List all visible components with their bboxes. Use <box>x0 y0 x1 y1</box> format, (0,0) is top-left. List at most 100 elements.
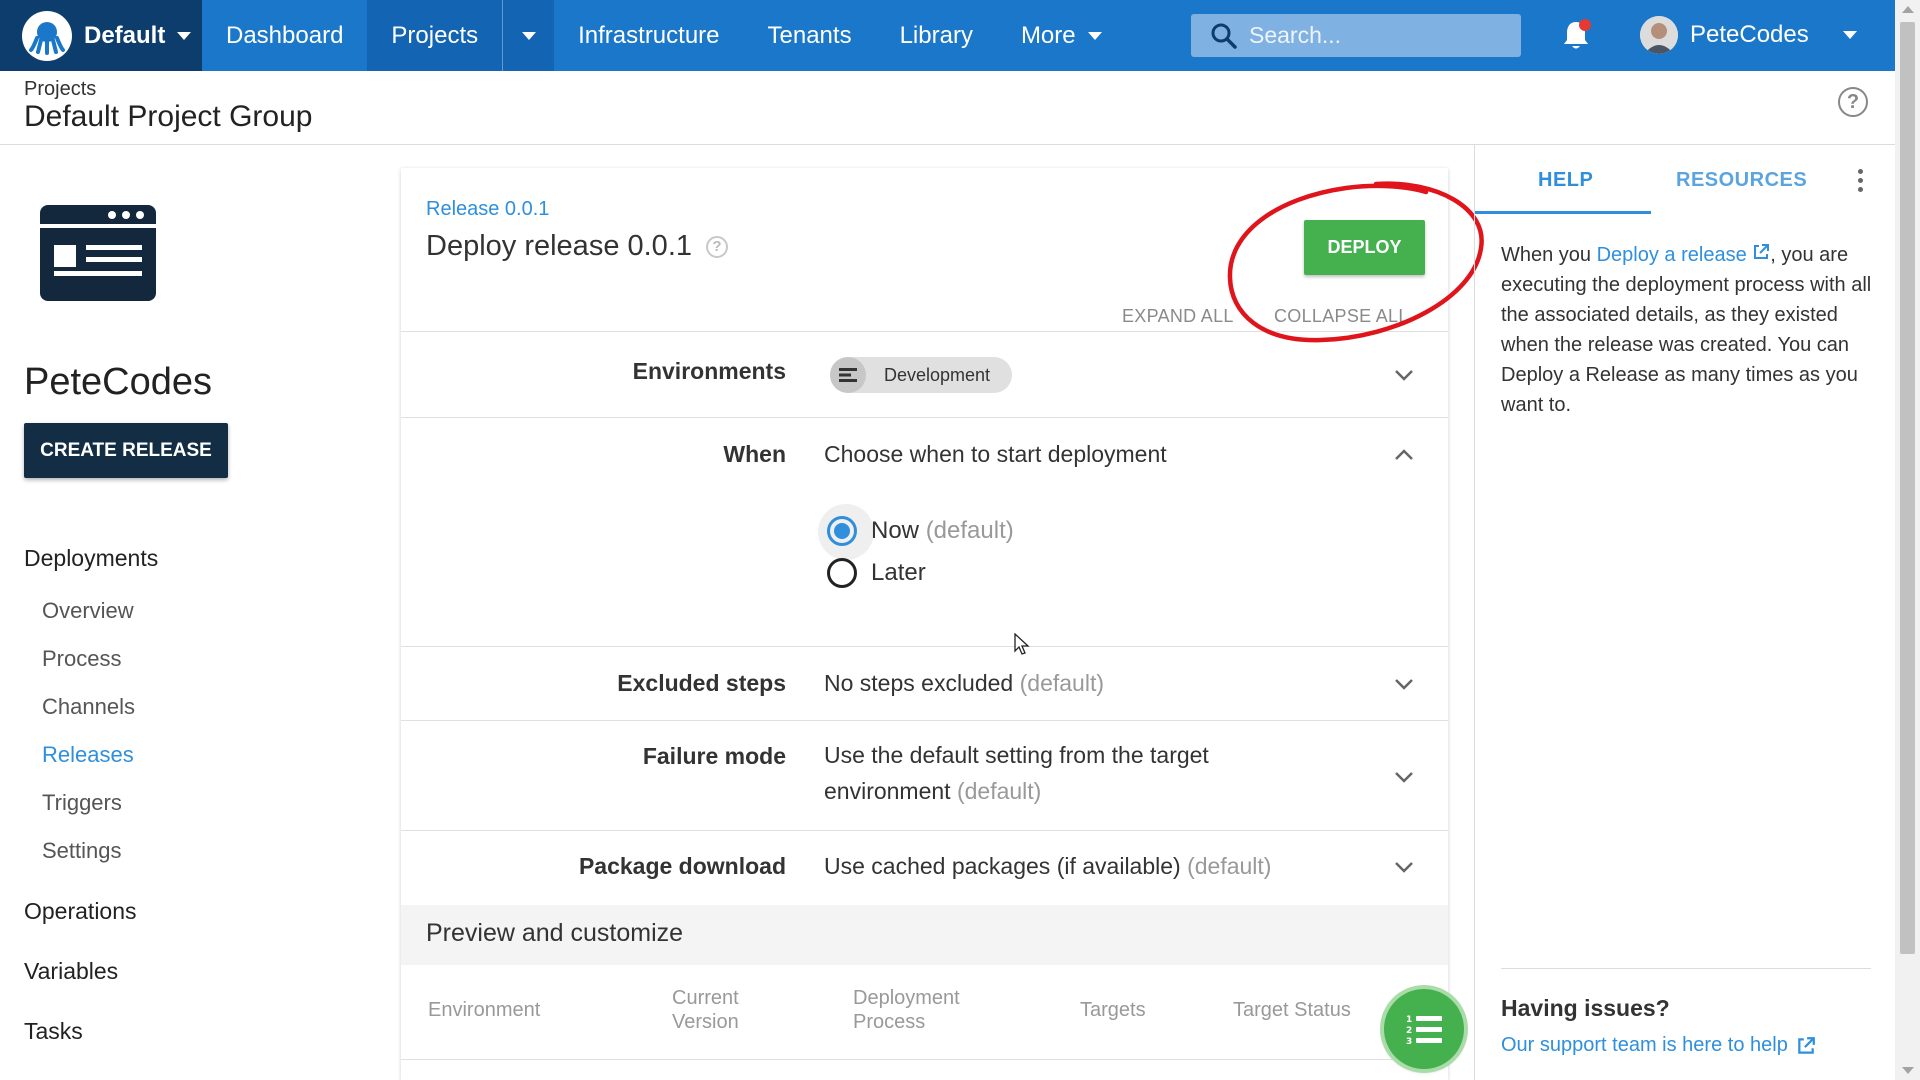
chevron-down-icon <box>521 31 536 40</box>
scroll-down-arrow-icon[interactable] <box>1902 1067 1914 1074</box>
help-panel: HELP RESOURCES When you Deploy a release… <box>1474 145 1895 1080</box>
preview-title: Preview and customize <box>426 919 684 947</box>
sidebar-item-process[interactable]: Process <box>42 646 121 672</box>
page-header: Projects Default Project Group ? <box>0 71 1895 145</box>
radio-now-dot[interactable] <box>827 516 857 546</box>
failure-mode-line2-text: environment <box>824 778 951 804</box>
sidebar-group-tasks[interactable]: Tasks <box>24 1018 83 1045</box>
search-icon <box>1211 23 1237 49</box>
project-name: PeteCodes <box>24 361 213 403</box>
user-menu[interactable]: PeteCodes <box>1640 12 1809 58</box>
radio-later-dot[interactable] <box>827 558 857 588</box>
projects-dropdown-button[interactable] <box>502 0 555 71</box>
environments-row[interactable]: Environments Development <box>401 331 1448 417</box>
environment-chip[interactable]: Development <box>830 357 1012 393</box>
nav-dashboard[interactable]: Dashboard <box>202 0 367 71</box>
nav-more[interactable]: More <box>997 0 1126 71</box>
nav-tenants[interactable]: Tenants <box>744 0 876 71</box>
bell-icon[interactable] <box>1560 18 1592 52</box>
radio-now[interactable]: Now (default) <box>827 516 1014 546</box>
th-targets: Targets <box>1080 999 1146 1021</box>
scrollbar[interactable] <box>1895 0 1920 1080</box>
nav-infrastructure-label: Infrastructure <box>578 21 720 49</box>
scroll-up-arrow-icon[interactable] <box>1902 6 1914 13</box>
card-title-text: Deploy release 0.0.1 <box>426 230 692 262</box>
avatar <box>1640 16 1678 54</box>
expand-all-link[interactable]: EXPAND ALL <box>1122 306 1234 327</box>
chevron-down-icon[interactable] <box>1394 861 1414 873</box>
excluded-steps-value: No steps excluded (default) <box>824 665 1104 701</box>
package-download-row[interactable]: Package download Use cached packages (if… <box>401 830 1448 905</box>
card-title: Deploy release 0.0.1 ? <box>426 230 728 263</box>
failure-mode-label: Failure mode <box>642 743 786 769</box>
failure-mode-row[interactable]: Failure mode Use the default setting fro… <box>401 720 1448 830</box>
nav-projects-label: Projects <box>391 21 479 49</box>
sidebar-group-operations[interactable]: Operations <box>24 898 137 925</box>
th-target-status: Target Status <box>1233 999 1351 1021</box>
space-name: Default <box>84 21 166 49</box>
deploy-release-card: Release 0.0.1 Deploy release 0.0.1 ? DEP… <box>401 168 1464 1080</box>
help-icon[interactable]: ? <box>1838 87 1868 117</box>
chevron-up-icon[interactable] <box>1394 449 1414 461</box>
collapse-all-link[interactable]: COLLAPSE ALL <box>1274 306 1409 327</box>
space-switcher[interactable]: Default <box>0 0 202 71</box>
create-release-button[interactable]: CREATE RELEASE <box>24 423 228 478</box>
svg-text:2: 2 <box>1406 1026 1412 1036</box>
sidebar-group-deployments[interactable]: Deployments <box>24 545 158 572</box>
help-text: When you Deploy a release , you are exec… <box>1501 240 1881 420</box>
search-box[interactable] <box>1191 14 1521 57</box>
radio-now-text: Now <box>871 517 920 544</box>
environment-chip-label: Development <box>884 364 991 385</box>
nav-projects[interactable]: Projects <box>367 0 503 71</box>
package-download-default: (default) <box>1187 853 1272 879</box>
package-download-text: Use cached packages (if available) <box>824 853 1181 879</box>
nav-infrastructure[interactable]: Infrastructure <box>554 0 743 71</box>
nav-more-label: More <box>1020 21 1076 49</box>
chevron-down-icon <box>1087 31 1102 40</box>
sidebar-group-variables[interactable]: Variables <box>24 958 118 985</box>
help-text-after: , you are executing the deployment proce… <box>1501 244 1872 416</box>
external-link-icon <box>1754 244 1770 259</box>
deploy-release-link[interactable]: Deploy a release <box>1597 244 1771 266</box>
deploy-button[interactable]: DEPLOY <box>1304 220 1425 275</box>
tab-resources[interactable]: RESOURCES <box>1676 169 1807 192</box>
failure-mode-value: Use the default setting from the target … <box>824 737 1209 809</box>
release-link[interactable]: Release 0.0.1 <box>426 198 549 221</box>
question-icon[interactable]: ? <box>706 235 728 258</box>
th-current-version: Current Version <box>672 987 739 1033</box>
failure-mode-default: (default) <box>956 778 1042 804</box>
svg-text:1: 1 <box>1406 1015 1412 1025</box>
task-list-fab[interactable]: 1 2 3 <box>1384 989 1464 1069</box>
search-input[interactable] <box>1249 22 1509 49</box>
octopus-logo-icon <box>22 10 72 61</box>
tab-help[interactable]: HELP <box>1538 169 1593 192</box>
excluded-steps-label: Excluded steps <box>617 670 786 696</box>
sidebar-item-channels[interactable]: Channels <box>42 694 135 720</box>
nav-tenants-label: Tenants <box>767 21 852 49</box>
deploy-release-link-text: Deploy a release <box>1596 244 1747 266</box>
chevron-down-icon[interactable] <box>1394 369 1414 381</box>
sidebar-item-releases[interactable]: Releases <box>42 742 134 768</box>
support-link[interactable]: Our support team is here to help <box>1501 1034 1816 1057</box>
project-logo-icon <box>40 205 156 301</box>
package-download-label: Package download <box>578 853 786 879</box>
excluded-steps-default: (default) <box>1019 670 1104 696</box>
package-download-value: Use cached packages (if available) (defa… <box>824 848 1271 884</box>
sidebar-item-overview[interactable]: Overview <box>42 598 134 624</box>
nav-dashboard-label: Dashboard <box>226 21 344 49</box>
chevron-down-icon[interactable] <box>1394 771 1414 783</box>
chevron-down-icon[interactable] <box>1394 678 1414 690</box>
radio-later-label: Later <box>871 559 926 586</box>
breadcrumb[interactable]: Projects <box>24 78 96 101</box>
excluded-steps-row[interactable]: Excluded steps No steps excluded (defaul… <box>401 646 1448 720</box>
nav-library[interactable]: Library <box>876 0 997 71</box>
scrollbar-thumb[interactable] <box>1900 22 1915 954</box>
failure-mode-line2: environment (default) <box>824 773 1209 809</box>
sidebar-item-triggers[interactable]: Triggers <box>42 790 122 816</box>
more-vert-icon[interactable] <box>1858 169 1864 196</box>
top-nav: Default Dashboard Projects Infrastructur… <box>0 0 1895 71</box>
chevron-down-icon[interactable] <box>1843 31 1857 39</box>
svg-text:3: 3 <box>1406 1037 1412 1045</box>
radio-later[interactable]: Later <box>827 558 926 588</box>
sidebar-item-settings[interactable]: Settings <box>42 838 122 864</box>
